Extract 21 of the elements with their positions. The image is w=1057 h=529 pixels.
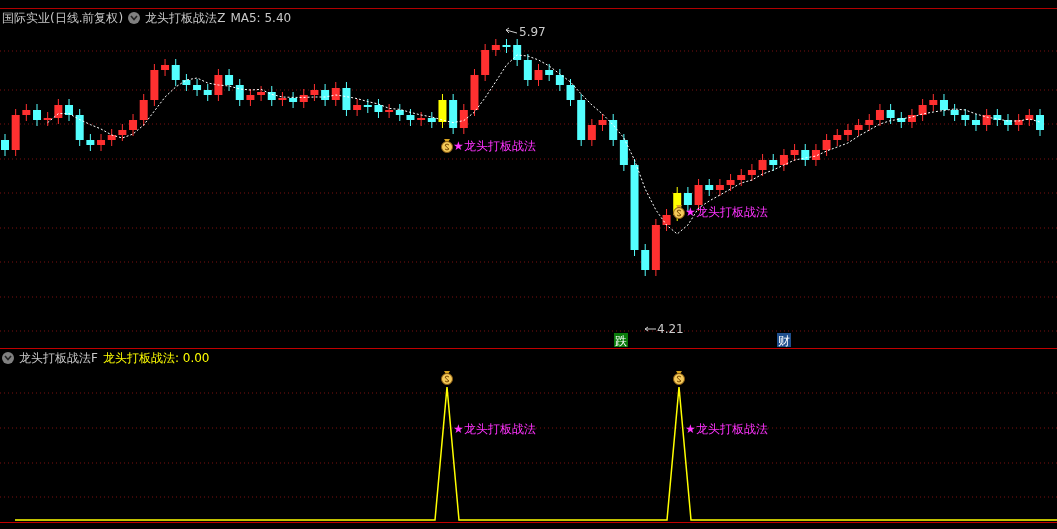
dropdown-icon[interactable] <box>128 12 141 24</box>
signal-label: ★龙头打板战法 <box>685 422 768 436</box>
low-marker-arrow <box>644 326 657 332</box>
event-badge[interactable]: 跌 <box>614 333 628 348</box>
high-marker-arrow <box>505 27 518 34</box>
high-price-label: 5.97 <box>519 25 546 39</box>
signal-label: ★龙头打板战法 <box>453 139 536 153</box>
signal-label: ★龙头打板战法 <box>685 205 768 219</box>
indicator-name: 龙头打板战法Z <box>145 10 226 27</box>
money-bag-icon <box>673 371 685 385</box>
signal-label: ★龙头打板战法 <box>453 422 536 436</box>
stock-title: 国际实业(日线.前复权) <box>2 10 124 27</box>
low-price-label: 4.21 <box>657 322 684 336</box>
money-bag-icon <box>441 371 453 385</box>
indicator-value: 龙头打板战法: 0.00 <box>102 350 210 367</box>
dropdown-icon[interactable] <box>2 352 14 364</box>
event-badge[interactable]: 财 <box>777 333 791 348</box>
money-bag-icon <box>673 205 685 219</box>
indicator-name: 龙头打板战法F <box>19 350 98 367</box>
money-bag-icon <box>441 139 453 153</box>
ma-reading: MA5: 5.40 <box>230 10 292 27</box>
